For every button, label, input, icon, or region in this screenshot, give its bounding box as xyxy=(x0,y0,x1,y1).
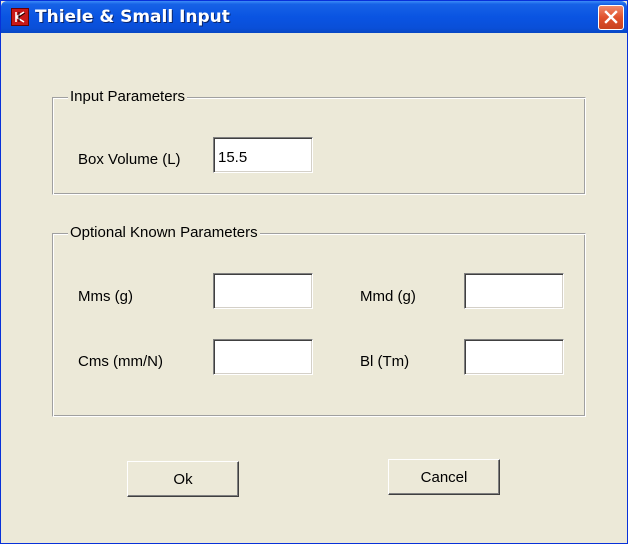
mmd-input[interactable] xyxy=(464,273,564,309)
optional-parameters-group: Optional Known Parameters xyxy=(52,224,586,417)
optional-parameters-caption: Optional Known Parameters xyxy=(68,224,260,241)
cms-input[interactable] xyxy=(213,339,313,375)
bl-label: Bl (Tm) xyxy=(360,353,410,370)
close-icon xyxy=(604,10,618,24)
mms-input[interactable] xyxy=(213,273,313,309)
input-parameters-group: Input Parameters xyxy=(52,88,586,195)
bl-input[interactable] xyxy=(464,339,564,375)
close-button[interactable] xyxy=(598,5,624,30)
mmd-label: Mmd (g) xyxy=(360,288,416,305)
box-volume-label: Box Volume (L) xyxy=(78,151,181,168)
cms-label: Cms (mm/N) xyxy=(78,353,163,370)
input-parameters-caption: Input Parameters xyxy=(68,88,188,105)
logo-icon xyxy=(11,8,29,26)
cancel-button[interactable]: Cancel xyxy=(388,459,500,495)
box-volume-input[interactable] xyxy=(213,137,313,173)
title-bar[interactable]: Thiele & Small Input xyxy=(1,1,627,33)
mms-label: Mms (g) xyxy=(78,288,133,305)
window-title: Thiele & Small Input xyxy=(35,7,230,27)
ok-button[interactable]: Ok xyxy=(127,461,239,497)
dialog-window: Thiele & Small Input Input Parameters Bo… xyxy=(0,0,628,544)
